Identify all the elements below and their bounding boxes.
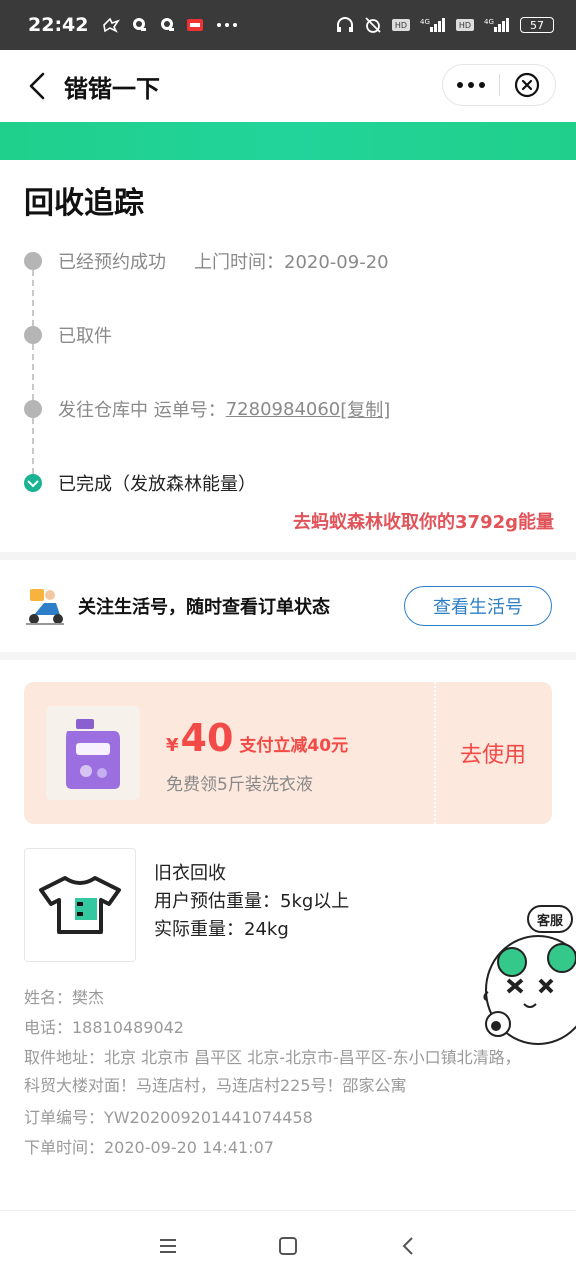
close-circle-icon bbox=[515, 72, 540, 98]
svg-text:4G: 4G bbox=[484, 18, 494, 26]
status-right: HD 4G HD 4G 57 bbox=[336, 17, 554, 33]
currency-symbol: ¥ bbox=[166, 735, 179, 756]
coupon-desc: 支付立减40元 bbox=[239, 736, 349, 756]
home-button[interactable] bbox=[258, 1226, 318, 1266]
check-icon bbox=[24, 474, 42, 492]
step-label: 发往仓库中 运单号： bbox=[58, 400, 226, 421]
item-info: 旧衣回收 用户预估重量：5kg以上 实际重量：24kg bbox=[154, 860, 349, 944]
mini-program-capsule bbox=[442, 64, 556, 106]
more-dots-icon bbox=[214, 17, 240, 33]
copy-link[interactable]: [复制] bbox=[340, 396, 390, 422]
chat-icon bbox=[102, 17, 121, 33]
nav-bar: 锴锴一下 bbox=[0, 50, 576, 122]
system-back-button[interactable] bbox=[378, 1226, 438, 1266]
back-button[interactable] bbox=[12, 61, 62, 111]
status-time: 22:42 bbox=[28, 14, 89, 36]
visit-time: 上门时间：2020-09-20 bbox=[194, 252, 389, 273]
order-number: 订单编号：YW202009201441074458 bbox=[24, 1108, 313, 1127]
step-dot bbox=[24, 252, 42, 270]
forest-energy-link[interactable]: 去蚂蚁森林收取你的3792g能量 bbox=[293, 508, 554, 534]
hd-icon: HD bbox=[456, 17, 474, 33]
more-button[interactable] bbox=[443, 65, 499, 105]
battery-icon: 57 bbox=[520, 17, 554, 33]
chevron-left-icon bbox=[29, 72, 45, 100]
follow-banner: 关注生活号，随时查看订单状态 查看生活号 bbox=[0, 560, 576, 652]
tracking-title: 回收追踪 bbox=[24, 186, 144, 221]
order-info: 姓名：樊杰 电话：18810489042 取件地址：北京 北京市 昌平区 北京-… bbox=[24, 984, 524, 1164]
dot bbox=[479, 82, 485, 88]
status-bar: 22:42 HD 4G HD 4G 57 bbox=[0, 0, 576, 50]
home-square-icon bbox=[279, 1236, 297, 1255]
section-gap bbox=[0, 652, 576, 660]
hd-icon: HD bbox=[392, 17, 410, 33]
svg-text:4G: 4G bbox=[420, 18, 430, 26]
page-title: 锴锴一下 bbox=[64, 74, 160, 103]
step-picked-up: 已取件 bbox=[24, 322, 112, 348]
step-shipping: 发往仓库中 运单号： 7280984060 [复制] bbox=[24, 396, 390, 422]
coupon-subtitle: 免费领5斤装洗衣液 bbox=[166, 775, 313, 795]
waybill-number[interactable]: 7280984060 bbox=[226, 399, 341, 420]
status-icons bbox=[102, 17, 336, 33]
signal-4g-icon: 4G bbox=[484, 17, 510, 33]
close-button[interactable] bbox=[500, 65, 555, 105]
step-dot bbox=[24, 326, 42, 344]
alarm-off-icon bbox=[364, 17, 382, 33]
actual-weight: 实际重量：24kg bbox=[154, 919, 289, 940]
order-time: 下单时间：2020-09-20 14:41:07 bbox=[24, 1138, 274, 1157]
section-gap bbox=[0, 552, 576, 560]
qq-icon bbox=[130, 17, 148, 33]
detergent-image bbox=[46, 706, 140, 800]
svg-text:HD: HD bbox=[459, 21, 471, 30]
item-name: 旧衣回收 bbox=[154, 863, 226, 884]
mascot-badge: 客服 bbox=[537, 913, 564, 929]
page: 22:42 HD 4G HD 4G 57 锴锴一下 回收追踪 已经预约成功 上门… bbox=[0, 0, 576, 1280]
coupon-card[interactable]: ¥ 40 支付立减40元 免费领5斤装洗衣液 去使用 bbox=[24, 682, 552, 824]
dot bbox=[457, 82, 463, 88]
headphone-icon bbox=[336, 17, 354, 33]
estimated-weight: 用户预估重量：5kg以上 bbox=[154, 891, 350, 912]
tracking-card: 回收追踪 已经预约成功 上门时间：2020-09-20 已取件 发往仓库中 运单… bbox=[0, 160, 576, 552]
menu-icon bbox=[160, 1238, 176, 1253]
step-booked: 已经预约成功 上门时间：2020-09-20 bbox=[24, 248, 389, 274]
qq-icon bbox=[158, 17, 176, 33]
svg-text:HD: HD bbox=[395, 21, 407, 30]
contact-name: 姓名：樊杰 bbox=[24, 988, 105, 1007]
follow-text: 关注生活号，随时查看订单状态 bbox=[78, 597, 330, 618]
dot bbox=[468, 82, 474, 88]
timeline-line bbox=[32, 418, 34, 474]
pickup-address: 取件地址：北京 北京市 昌平区 北京-北京市-昌平区-东小口镇北清路，科贸大楼对… bbox=[24, 1048, 521, 1095]
timeline-line bbox=[32, 270, 34, 326]
coupon-amount: ¥ 40 支付立减40元 bbox=[166, 716, 348, 760]
step-label: 已取件 bbox=[58, 326, 112, 347]
system-navigation-bar bbox=[0, 1210, 576, 1280]
clothes-thumbnail bbox=[24, 848, 136, 962]
app-icon bbox=[186, 17, 204, 33]
timeline-line bbox=[32, 344, 34, 400]
menu-button[interactable] bbox=[138, 1226, 198, 1266]
tshirt-icon bbox=[39, 876, 121, 934]
header-band bbox=[0, 122, 576, 160]
step-label: 已经预约成功 bbox=[58, 252, 166, 273]
use-coupon-button[interactable]: 去使用 bbox=[434, 682, 552, 824]
back-arrow-icon bbox=[402, 1236, 413, 1255]
coupon-value: 40 bbox=[180, 716, 234, 760]
step-completed: 已完成（发放森林能量） bbox=[24, 470, 256, 496]
customer-service-mascot[interactable]: 客服 bbox=[478, 900, 576, 1080]
step-label: 已完成（发放森林能量） bbox=[58, 474, 256, 495]
step-dot bbox=[24, 400, 42, 418]
contact-phone: 电话：18810489042 bbox=[24, 1018, 184, 1037]
delivery-scooter-icon bbox=[26, 589, 64, 625]
signal-4g-icon: 4G bbox=[420, 17, 446, 33]
view-life-account-button[interactable]: 查看生活号 bbox=[404, 586, 552, 626]
